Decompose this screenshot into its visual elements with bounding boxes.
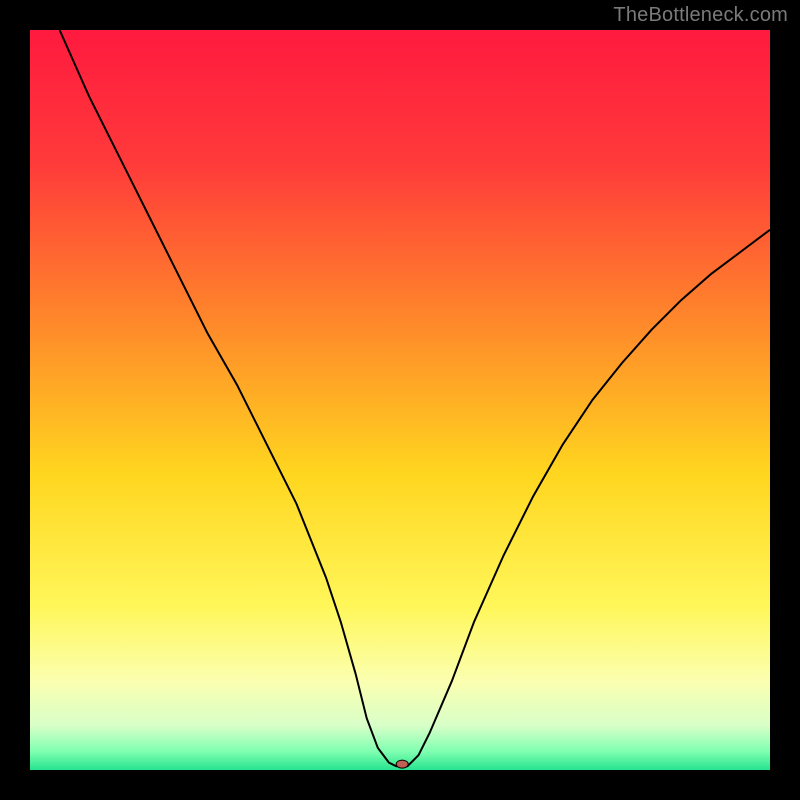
gradient-background xyxy=(30,30,770,770)
optimal-point-marker xyxy=(396,760,408,768)
chart-svg xyxy=(30,30,770,770)
watermark-text: TheBottleneck.com xyxy=(613,4,788,27)
plot-area xyxy=(30,30,770,770)
chart-frame: TheBottleneck.com xyxy=(0,0,800,800)
